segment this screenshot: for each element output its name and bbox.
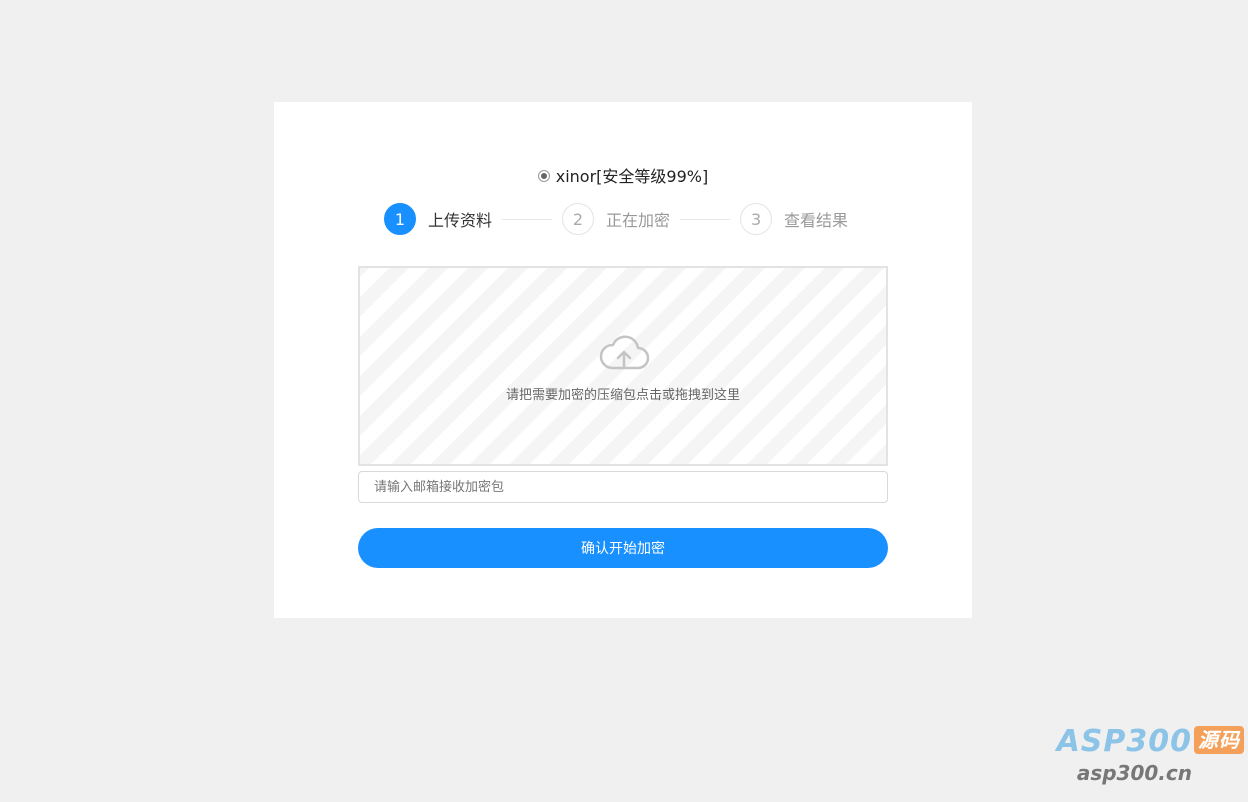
step-label: 查看结果 (784, 211, 849, 230)
step-encrypting: 2 正在加密 (562, 203, 670, 235)
file-dropzone[interactable]: 请把需要加密的压缩包点击或拖拽到这里 (358, 266, 888, 466)
step-connector (502, 218, 553, 220)
step-connector (680, 218, 731, 220)
start-encrypt-button[interactable]: 确认开始加密 (358, 528, 888, 568)
watermark-logo: ASP300 源码 asp300.cn (1044, 724, 1244, 794)
cloud-upload-icon (599, 335, 650, 370)
progress-steps: 1 上传资料 2 正在加密 3 查看结果 (384, 202, 848, 236)
step-results: 3 查看结果 (740, 203, 848, 235)
step-label: 正在加密 (606, 211, 671, 230)
step-number: 2 (562, 203, 595, 235)
email-input[interactable] (358, 471, 888, 503)
encrypt-card: xinor[安全等级99%] 1 上传资料 2 正在加密 3 查看结果 请把需要… (274, 102, 972, 618)
encryption-option-label: xinor[安全等级99%] (555, 167, 709, 186)
encryption-option[interactable]: xinor[安全等级99%] (274, 166, 972, 188)
radio-selected-icon[interactable] (537, 169, 550, 182)
step-label: 上传资料 (428, 211, 493, 230)
step-number: 1 (384, 203, 416, 235)
watermark-site: asp300.cn (1076, 761, 1192, 785)
step-upload: 1 上传资料 (384, 203, 492, 235)
watermark-brand: ASP300 (1056, 724, 1192, 759)
watermark-badge: 源码 (1194, 726, 1244, 754)
page: xinor[安全等级99%] 1 上传资料 2 正在加密 3 查看结果 请把需要… (0, 0, 1248, 802)
step-number: 3 (740, 203, 773, 235)
dropzone-hint: 请把需要加密的压缩包点击或拖拽到这里 (505, 388, 740, 403)
